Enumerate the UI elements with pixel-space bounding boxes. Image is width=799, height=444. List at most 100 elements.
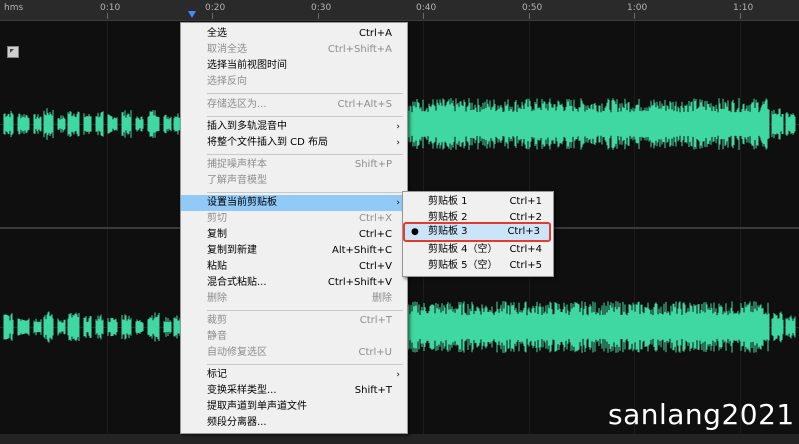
submenu-item-shortcut: Ctrl+1 (509, 196, 542, 207)
ruler-tick-mark (740, 13, 741, 19)
menu-item-shortcut: Ctrl+V (358, 261, 392, 272)
menu-item-copy-to-new[interactable]: 复制到新建 Alt+Shift+C (181, 243, 407, 259)
menu-item-shortcut: Ctrl+T (359, 315, 392, 326)
submenu-item-clipboard-4[interactable]: 剪贴板 4（空） Ctrl+4 (403, 242, 553, 258)
ruler-tick-label: 0:20 (205, 3, 226, 13)
submenu-item-clipboard-3[interactable]: ● 剪贴板 3 Ctrl+3 (403, 222, 551, 242)
menu-item-silence[interactable]: 静音 (181, 329, 407, 345)
menu-item-invert-selection[interactable]: 选择反向 (181, 74, 407, 90)
menu-item-label: 变换采样类型... (207, 385, 277, 396)
ruler-tick-label: 0:50 (522, 3, 543, 13)
ruler-tick-label: 1:00 (627, 3, 648, 13)
menu-item-label: 剪切 (207, 213, 227, 224)
submenu-item-shortcut: Ctrl+3 (507, 226, 540, 237)
ruler-tick-mark (212, 13, 213, 19)
ruler-tick-mark (107, 13, 108, 19)
menu-item-marker[interactable]: 标记 › (181, 367, 407, 383)
menu-item-select-view-time[interactable]: 选择当前视图时间 (181, 58, 407, 74)
menu-separator (207, 154, 403, 155)
menu-separator (207, 116, 403, 117)
submenu-item-label: 剪贴板 4（空） (428, 244, 498, 255)
menu-item-auto-heal[interactable]: 自动修复选区 Ctrl+U (181, 345, 407, 361)
menu-item-label: 混合式粘贴... (207, 277, 267, 288)
menu-item-shortcut: Ctrl+A (358, 28, 392, 39)
menu-item-label: 捕捉噪声样本 (207, 159, 267, 170)
submenu-item-clipboard-1[interactable]: 剪贴板 1 Ctrl+1 (403, 194, 553, 210)
menu-item-shortcut: Ctrl+X (358, 213, 392, 224)
ruler-tick-mark (634, 13, 635, 19)
ruler-tick-mark (423, 13, 424, 19)
menu-item-label: 标记 (207, 369, 227, 380)
submenu-arrow-icon: › (396, 370, 400, 380)
horizontal-scrollbar[interactable] (0, 434, 799, 444)
menu-item-label: 选择当前视图时间 (207, 60, 287, 71)
menu-item-frequency-band-splitter[interactable]: 频段分离器... (181, 415, 407, 431)
zoom-toggle-icon[interactable] (7, 46, 19, 58)
menu-item-deselect-all[interactable]: 取消全选 Ctrl+Shift+A (181, 42, 407, 58)
menu-item-shortcut: Shift+T (354, 385, 392, 396)
menu-item-convert-sample-type[interactable]: 变换采样类型... Shift+T (181, 383, 407, 399)
menu-item-shortcut: Ctrl+C (358, 229, 392, 240)
menu-item-shortcut: Ctrl+Shift+A (327, 44, 392, 55)
menu-item-label: 取消全选 (207, 44, 247, 55)
menu-item-shortcut: Shift+P (354, 159, 392, 170)
ruler-tick-label: 0:30 (311, 3, 332, 13)
menu-item-cut[interactable]: 剪切 Ctrl+X (181, 211, 407, 227)
menu-item-label: 粘贴 (207, 261, 227, 272)
menu-item-label: 了解声音模型 (207, 175, 267, 186)
selected-bullet-icon: ● (411, 227, 419, 237)
watermark: sanlang2021 (608, 398, 795, 431)
submenu-item-label: 剪贴板 1 (428, 196, 468, 207)
menu-item-label: 插入到多轨混音中 (207, 121, 287, 132)
menu-item-paste[interactable]: 粘贴 Ctrl+V (181, 259, 407, 275)
menu-item-crop[interactable]: 裁剪 Ctrl+T (181, 313, 407, 329)
menu-item-label: 删除 (207, 293, 227, 304)
menu-item-shortcut: Ctrl+U (358, 347, 393, 358)
menu-item-label: 设置当前剪贴板 (207, 197, 277, 208)
menu-item-shortcut: Ctrl+Shift+V (327, 277, 392, 288)
ruler-tick-label: 1:10 (733, 3, 754, 13)
clipboard-3-row: ● 剪贴板 3 Ctrl+3 (405, 224, 549, 240)
menu-item-insert-multitrack[interactable]: 插入到多轨混音中 › (181, 119, 407, 135)
menu-separator (207, 364, 403, 365)
playhead-marker[interactable] (188, 11, 196, 18)
ruler-tick-label: 0:10 (100, 3, 121, 13)
submenu-item-label: 剪贴板 3 (428, 226, 468, 237)
menu-item-learn-sound-model[interactable]: 了解声音模型 (181, 173, 407, 189)
menu-item-shortcut: Ctrl+Alt+S (337, 99, 392, 110)
ruler-tick-mark (529, 13, 530, 19)
menu-item-label: 频段分离器... (207, 417, 267, 428)
menu-item-label: 提取声道到单声道文件 (207, 401, 307, 412)
menu-separator (207, 192, 403, 193)
menu-item-delete[interactable]: 删除 删除 (181, 291, 407, 307)
ruler-tick-label: 0:40 (416, 3, 437, 13)
menu-item-mix-paste[interactable]: 混合式粘贴... Ctrl+Shift+V (181, 275, 407, 291)
ruler-unit-label: hms (4, 3, 24, 13)
submenu-arrow-icon: › (396, 122, 400, 132)
menu-item-shortcut: 删除 (372, 293, 392, 304)
context-menu: 全选 Ctrl+A 取消全选 Ctrl+Shift+A 选择当前视图时间 选择反… (180, 22, 408, 434)
menu-item-label: 全选 (207, 28, 227, 39)
submenu-arrow-icon: › (396, 198, 400, 208)
menu-item-label: 裁剪 (207, 315, 227, 326)
menu-item-capture-noise[interactable]: 捕捉噪声样本 Shift+P (181, 157, 407, 173)
submenu-item-clipboard-5[interactable]: 剪贴板 5（空） Ctrl+5 (403, 258, 553, 274)
menu-separator (207, 310, 403, 311)
menu-item-set-current-clipboard[interactable]: 设置当前剪贴板 › (181, 195, 407, 211)
menu-item-label: 将整个文件插入到 CD 布局 (207, 137, 329, 148)
menu-item-select-all[interactable]: 全选 Ctrl+A (181, 26, 407, 42)
menu-item-shortcut: Alt+Shift+C (331, 245, 392, 256)
menu-item-save-selection[interactable]: 存储选区为... Ctrl+Alt+S (181, 97, 407, 113)
time-ruler[interactable]: hms 0:10 0:20 0:30 0:40 0:50 1:00 1:10 (0, 0, 799, 21)
menu-item-label: 复制 (207, 229, 227, 240)
menu-item-label: 复制到新建 (207, 245, 257, 256)
menu-item-copy[interactable]: 复制 Ctrl+C (181, 227, 407, 243)
submenu-item-shortcut: Ctrl+4 (509, 244, 542, 255)
menu-item-insert-cd-layout[interactable]: 将整个文件插入到 CD 布局 › (181, 135, 407, 151)
submenu-item-label: 剪贴板 5（空） (428, 260, 498, 271)
menu-item-extract-channels[interactable]: 提取声道到单声道文件 (181, 399, 407, 415)
submenu-item-shortcut: Ctrl+5 (509, 260, 542, 271)
submenu-arrow-icon: › (396, 138, 400, 148)
menu-item-label: 自动修复选区 (207, 347, 267, 358)
menu-separator (207, 93, 403, 94)
